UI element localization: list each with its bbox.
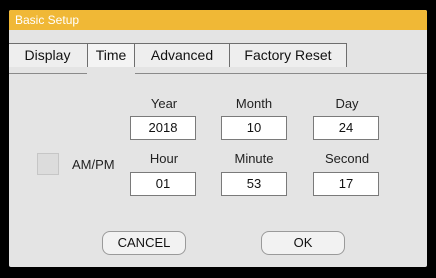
basic-setup-dialog: Basic Setup Display Time Advanced Factor… xyxy=(9,10,427,267)
minute-label: Minute xyxy=(234,151,274,166)
tab-factory-reset[interactable]: Factory Reset xyxy=(229,43,347,67)
month-field[interactable]: 10 xyxy=(221,116,287,140)
year-field[interactable]: 2018 xyxy=(130,116,196,140)
title-bar: Basic Setup xyxy=(9,10,427,30)
month-label: Month xyxy=(235,96,273,111)
second-field[interactable]: 17 xyxy=(313,172,379,196)
tab-display[interactable]: Display xyxy=(9,43,88,67)
day-label: Day xyxy=(335,96,359,111)
hour-label: Hour xyxy=(149,151,179,166)
ok-button[interactable]: OK xyxy=(261,231,345,255)
ampm-checkbox[interactable] xyxy=(37,153,59,175)
active-tab-gap xyxy=(87,73,135,74)
minute-field[interactable]: 53 xyxy=(221,172,287,196)
ampm-label: AM/PM xyxy=(72,157,115,172)
dialog-title: Basic Setup xyxy=(15,13,80,27)
year-label: Year xyxy=(150,96,178,111)
cancel-button[interactable]: CANCEL xyxy=(102,231,186,255)
tab-time[interactable]: Time xyxy=(87,43,135,67)
tab-advanced[interactable]: Advanced xyxy=(134,43,230,67)
tab-divider xyxy=(9,73,427,74)
second-label: Second xyxy=(324,151,370,166)
day-field[interactable]: 24 xyxy=(313,116,379,140)
hour-field[interactable]: 01 xyxy=(130,172,196,196)
tab-strip: Display Time Advanced Factory Reset xyxy=(9,39,427,73)
